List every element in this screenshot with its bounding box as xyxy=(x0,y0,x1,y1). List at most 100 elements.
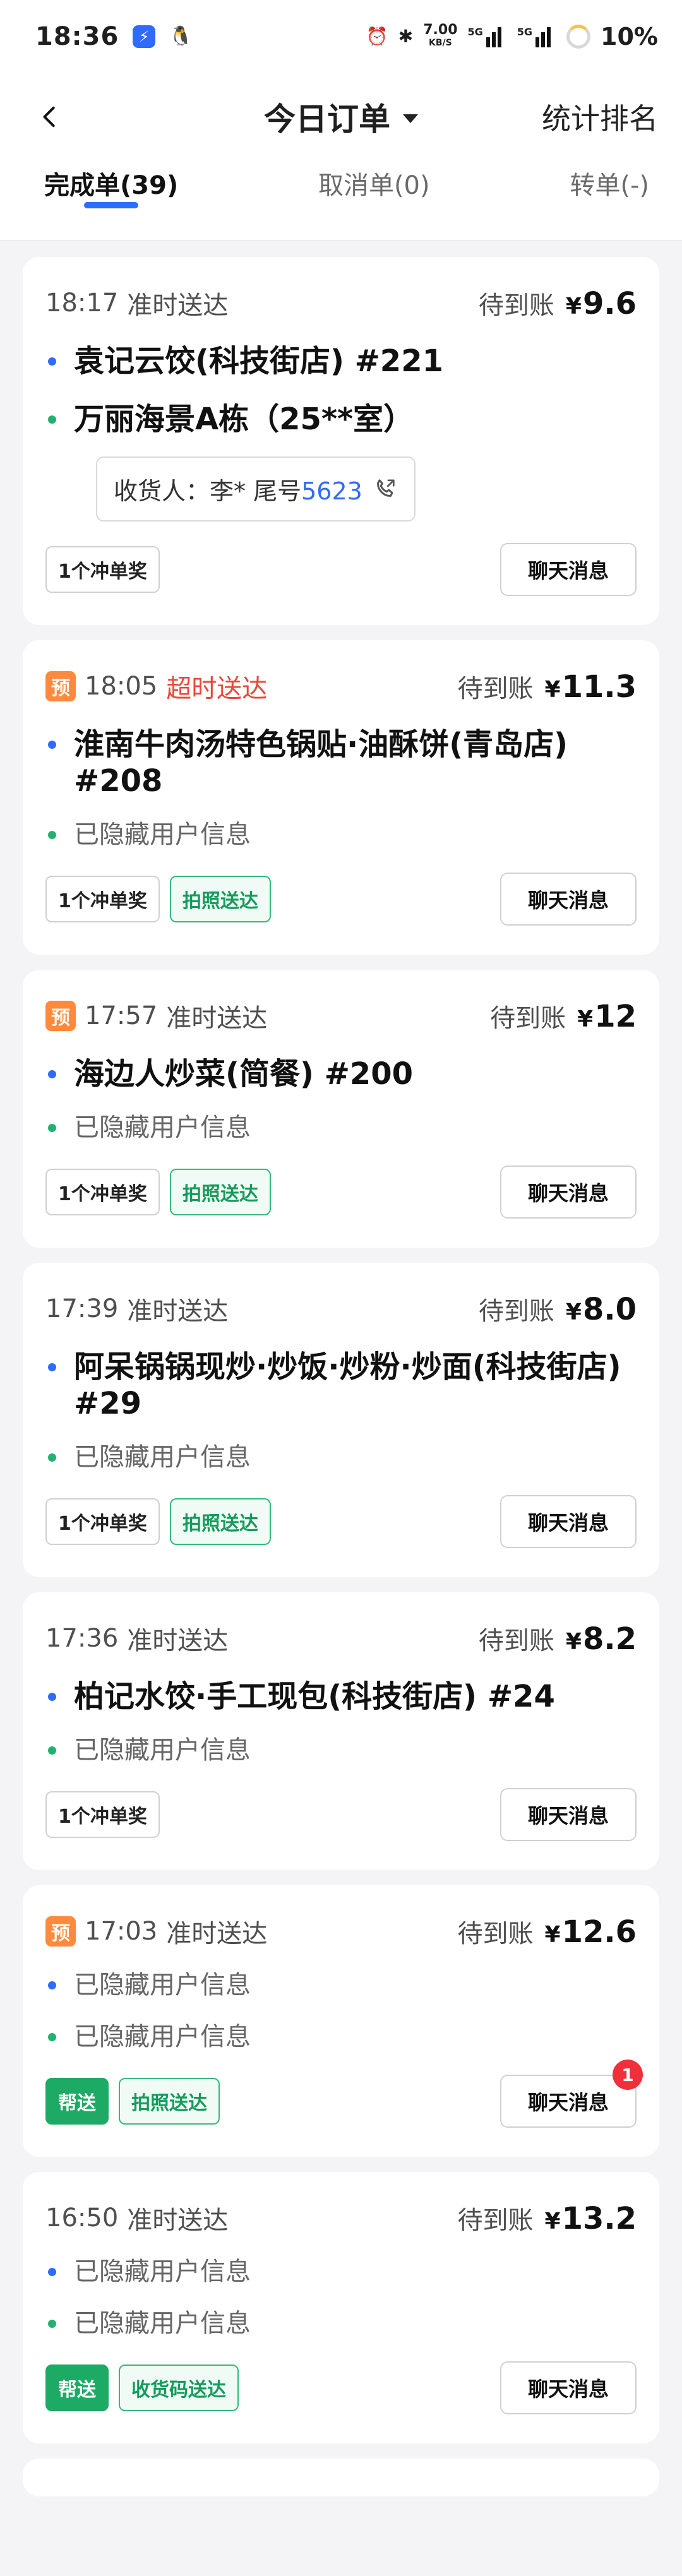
phone-call-icon[interactable] xyxy=(373,477,398,502)
pending-label: 待到账 xyxy=(457,1919,534,1948)
order-amount: ¥11.3 xyxy=(544,669,637,705)
order-time: 17:36 xyxy=(45,1624,119,1653)
pickup-store: 已隐藏用户信息 xyxy=(45,2255,637,2288)
bonus-tag: 1个冲单奖 xyxy=(45,876,160,922)
back-arrow-icon[interactable] xyxy=(39,106,61,128)
order-card[interactable]: 16:50 准时送达 待到账 ¥13.2 已隐藏用户信息 已隐藏用户信息 帮送 xyxy=(23,2172,659,2443)
tab-cancelled[interactable]: 取消单(0) xyxy=(318,143,430,222)
order-tabs: 完成单(39) 取消单(0) 转单(-) xyxy=(0,161,682,241)
pickup-dot-icon xyxy=(48,357,56,366)
stats-ranking-link[interactable]: 统计排名 xyxy=(542,96,658,138)
order-amount: ¥8.2 xyxy=(565,1621,637,1657)
chat-button[interactable]: 聊天消息 1 xyxy=(500,2060,643,2128)
receiver-info: 收货人：李* 尾号5623 xyxy=(114,477,362,505)
chat-button[interactable]: 聊天消息 xyxy=(500,1166,637,1219)
page-title: 今日订单 xyxy=(264,101,390,138)
tab-completed[interactable]: 完成单(39) xyxy=(44,143,178,222)
receiver-contact[interactable]: 收货人：李* 尾号5623 xyxy=(96,456,416,522)
delivery-status: 准时送达 xyxy=(127,291,229,320)
chat-button[interactable]: 聊天消息 xyxy=(500,1788,637,1841)
preorder-badge: 预 xyxy=(45,1916,76,1947)
order-card[interactable]: 预 17:57 准时送达 待到账 ¥12 海边人炒菜(简餐) #200 已隐藏用… xyxy=(23,970,659,1248)
lightning-app-icon: ⚡ xyxy=(133,25,156,48)
pickup-store: 阿呆锅锅现炒·炒饭·炒粉·炒面(科技街店) #29 xyxy=(45,1349,637,1422)
status-bar: 18:36 ⚡ 🐧 ⏰ ✱ 7.00 KB/S 5G 5G 10% xyxy=(0,0,682,73)
delivery-status: 准时送达 xyxy=(127,1297,229,1326)
dropoff-dot-icon xyxy=(48,1746,56,1755)
delivery-status: 准时送达 xyxy=(127,1626,229,1655)
bonus-tag: 1个冲单奖 xyxy=(45,1169,160,1215)
delivery-destination: 已隐藏用户信息 xyxy=(45,2307,637,2340)
chat-button[interactable]: 聊天消息 xyxy=(500,543,637,596)
pickup-store: 已隐藏用户信息 xyxy=(45,1969,637,2001)
preorder-badge: 预 xyxy=(45,1001,76,1031)
delivery-status: 超时送达 xyxy=(166,674,268,703)
order-card[interactable] xyxy=(23,2459,659,2496)
delivery-destination: 已隐藏用户信息 xyxy=(45,2020,637,2053)
order-time: 18:05 xyxy=(85,672,158,701)
delivery-destination: 已隐藏用户信息 xyxy=(45,1734,637,1767)
preorder-badge: 预 xyxy=(45,671,76,701)
pending-label: 待到账 xyxy=(457,674,534,703)
pickup-dot-icon xyxy=(48,1693,56,1701)
order-time: 17:57 xyxy=(85,1001,158,1030)
order-time: 16:50 xyxy=(45,2203,119,2233)
code-delivery-tag: 收货码送达 xyxy=(119,2364,239,2411)
pending-label: 待到账 xyxy=(478,291,554,320)
pending-label: 待到账 xyxy=(490,1004,566,1033)
photo-delivery-tag: 拍照送达 xyxy=(169,1498,271,1545)
title-dropdown[interactable]: 今日订单 xyxy=(264,94,418,140)
dropoff-dot-icon xyxy=(48,415,56,424)
delivery-destination: 已隐藏用户信息 xyxy=(45,818,637,851)
photo-delivery-tag: 拍照送达 xyxy=(169,876,271,922)
alarm-icon: ⏰ xyxy=(366,26,388,47)
photo-delivery-tag: 拍照送达 xyxy=(119,2078,220,2125)
pickup-dot-icon xyxy=(48,2268,56,2276)
caret-down-icon xyxy=(403,114,418,123)
help-deliver-tag: 帮送 xyxy=(45,2078,109,2125)
bonus-tag: 1个冲单奖 xyxy=(45,1498,160,1545)
chat-button[interactable]: 聊天消息 xyxy=(500,873,637,926)
pickup-dot-icon xyxy=(48,1981,56,1989)
delivery-status: 准时送达 xyxy=(127,2206,229,2235)
status-time: 18:36 xyxy=(35,21,119,51)
pickup-dot-icon xyxy=(48,741,56,749)
order-card[interactable]: 18:17 准时送达 待到账 ¥9.6 袁记云饺(科技街店) #221 万丽海景… xyxy=(23,257,659,625)
order-amount: ¥12 xyxy=(577,999,637,1034)
bluetooth-icon: ✱ xyxy=(398,26,414,47)
chat-button[interactable]: 聊天消息 xyxy=(500,2361,637,2414)
photo-delivery-tag: 拍照送达 xyxy=(169,1169,271,1215)
pickup-store: 袁记云饺(科技街店) #221 xyxy=(45,343,637,379)
order-time: 17:03 xyxy=(85,1917,158,1946)
help-deliver-tag: 帮送 xyxy=(45,2364,109,2411)
pending-label: 待到账 xyxy=(478,1626,554,1655)
pickup-store: 淮南牛肉汤特色锅贴·油酥饼(青岛店) #208 xyxy=(45,726,637,799)
dropoff-dot-icon xyxy=(48,2033,56,2041)
order-amount: ¥8.0 xyxy=(565,1292,637,1327)
delivery-destination: 万丽海景A栋（25**室） xyxy=(45,401,637,438)
order-card[interactable]: 17:39 准时送达 待到账 ¥8.0 阿呆锅锅现炒·炒饭·炒粉·炒面(科技街店… xyxy=(23,1263,659,1577)
order-card[interactable]: 预 18:05 超时送达 待到账 ¥11.3 淮南牛肉汤特色锅贴·油酥饼(青岛店… xyxy=(23,640,659,955)
dropoff-dot-icon xyxy=(48,2320,56,2328)
order-card[interactable]: 预 17:03 准时送达 待到账 ¥12.6 已隐藏用户信息 已隐藏用户信息 帮… xyxy=(23,1885,659,2157)
order-amount: ¥12.6 xyxy=(544,1914,637,1950)
battery-icon xyxy=(566,24,591,49)
chat-button[interactable]: 聊天消息 xyxy=(500,1495,637,1548)
network-speed: 7.00 KB/S xyxy=(423,21,458,48)
tab-transferred[interactable]: 转单(-) xyxy=(570,143,649,222)
page: 18:36 ⚡ 🐧 ⏰ ✱ 7.00 KB/S 5G 5G 10% 今日订单 统… xyxy=(0,0,682,2576)
dropoff-dot-icon xyxy=(48,1453,56,1462)
order-card[interactable]: 17:36 准时送达 待到账 ¥8.2 柏记水饺·手工现包(科技街店) #24 … xyxy=(23,1592,659,1870)
signal-icon: 5G xyxy=(468,26,507,47)
order-amount: ¥9.6 xyxy=(565,286,637,321)
active-tab-indicator xyxy=(84,202,139,208)
order-time: 17:39 xyxy=(45,1294,119,1323)
bonus-tag: 1个冲单奖 xyxy=(45,546,160,593)
pickup-store: 海边人炒菜(简餐) #200 xyxy=(45,1056,637,1092)
delivery-status: 准时送达 xyxy=(166,1004,268,1033)
pending-label: 待到账 xyxy=(457,2206,534,2235)
pending-label: 待到账 xyxy=(478,1297,554,1326)
pickup-dot-icon xyxy=(48,1070,56,1078)
bonus-tag: 1个冲单奖 xyxy=(45,1791,160,1838)
battery-level: 10% xyxy=(601,22,658,51)
